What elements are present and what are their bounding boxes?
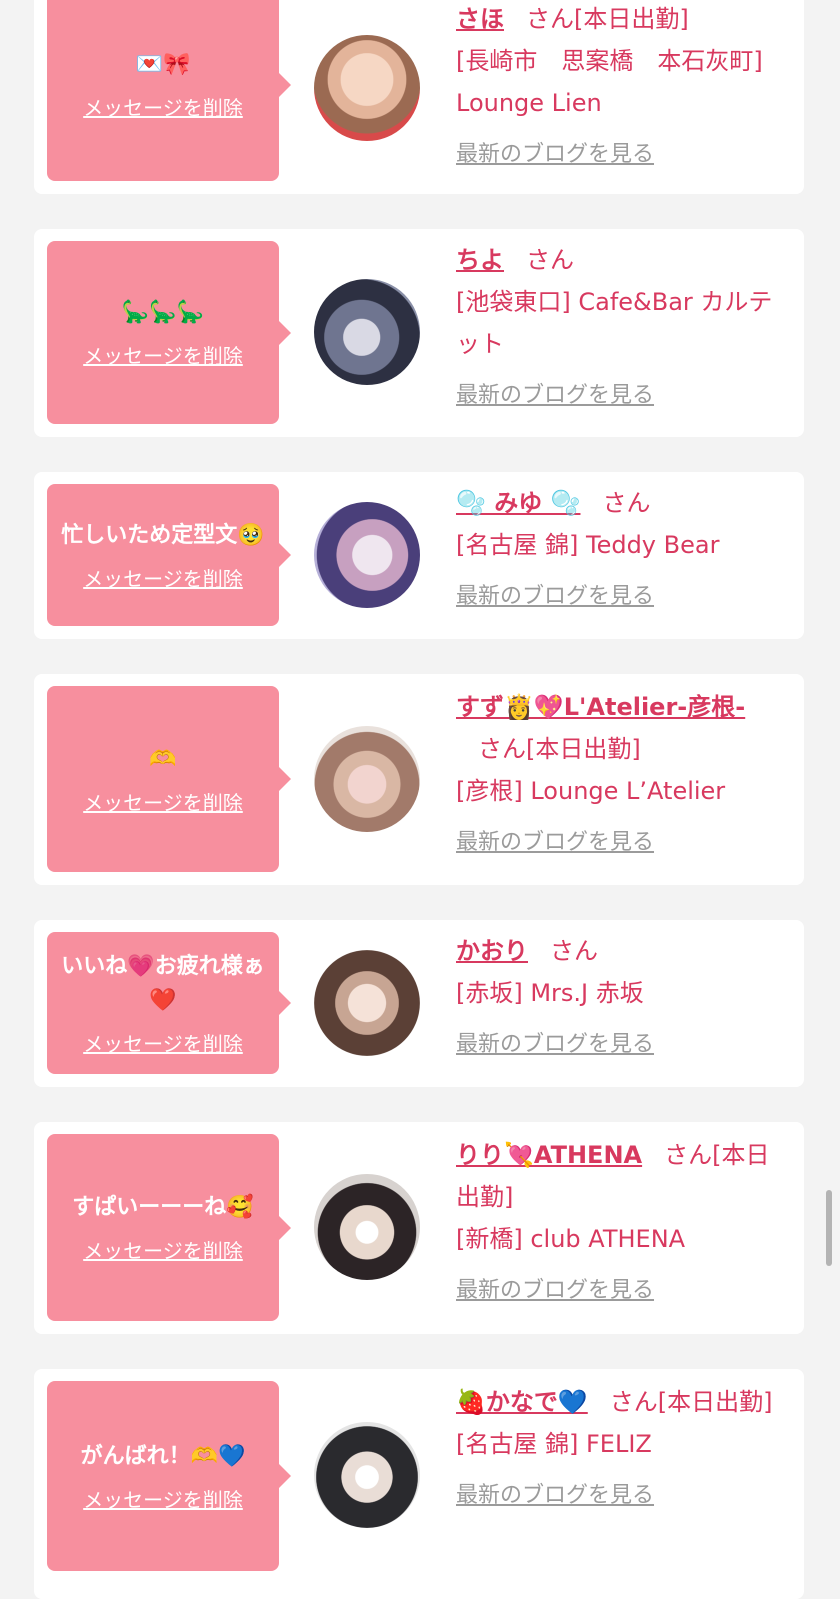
message-bubble: いいね💗お疲れ様ぁ❤️ メッセージを削除 [47, 932, 291, 1074]
honorific: さん [478, 735, 526, 763]
latest-blog-link[interactable]: 最新のブログを見る [456, 375, 786, 417]
message-bubble: 忙しいため定型文🥹 メッセージを削除 [47, 484, 291, 626]
avatar[interactable] [314, 502, 420, 608]
shop-name: [彦根] Lounge L’Atelier [456, 777, 726, 805]
delete-message-link[interactable]: メッセージを削除 [83, 1235, 243, 1264]
honorific: さん [526, 246, 574, 274]
honorific: さん [550, 937, 598, 965]
shop-name: [池袋東口] Cafe&Bar カルテット [456, 288, 773, 358]
latest-blog-link[interactable]: 最新のブログを見る [456, 1024, 786, 1066]
message-bubble: 🫶 メッセージを削除 [47, 686, 291, 872]
honorific: さん [664, 1141, 713, 1169]
avatar[interactable] [314, 279, 420, 385]
avatar[interactable] [314, 1422, 420, 1528]
latest-blog-link[interactable]: 最新のブログを見る [456, 1475, 786, 1517]
honorific: さん [609, 1388, 658, 1416]
profile-info: すず👸💖L'Atelier-彦根- さん[本日出勤] [彦根] Lounge L’… [456, 686, 786, 864]
message-bubble: 🦕🦕🦕 メッセージを削除 [47, 241, 291, 424]
message-text: いいね💗お疲れ様ぁ❤️ [61, 953, 265, 1013]
delete-message-link[interactable]: メッセージを削除 [83, 1484, 243, 1513]
profile-info: 🫧 みゆ 🫧 さん [名古屋 錦] Teddy Bear 最新のブログを見る [456, 482, 786, 618]
status-badge: [本日出勤] [657, 1388, 773, 1416]
message-list: 💌🎀 メッセージを削除 さほ さん[本日出勤] [長崎市 思案橋 本石灰町] Lo… [0, 0, 840, 1599]
avatar[interactable] [314, 950, 420, 1056]
avatar[interactable] [314, 35, 420, 141]
delete-message-link[interactable]: メッセージを削除 [83, 787, 243, 816]
profile-name-link[interactable]: さほ [456, 5, 504, 33]
delete-message-link[interactable]: メッセージを削除 [83, 340, 243, 369]
message-text: 💌🎀 [135, 52, 191, 77]
message-text: がんばれ！🫶💙 [80, 1443, 246, 1469]
scrollbar[interactable] [826, 1190, 832, 1266]
profile-name-link[interactable]: 🫧 みゆ 🫧 [456, 489, 580, 517]
status-badge: [本日出勤] [526, 735, 641, 763]
profile-info: 🍓かなで💙 さん[本日出勤] [名古屋 錦] FELIZ 最新のブログを見る [456, 1381, 786, 1517]
profile-info: ちよ さん [池袋東口] Cafe&Bar カルテット 最新のブログを見る [456, 239, 786, 417]
latest-blog-link[interactable]: 最新のブログを見る [456, 1270, 786, 1312]
message-card: すぱいーーーね🥰 メッセージを削除 りり💘ATHENA さん[本日出勤] [新橋]… [34, 1122, 804, 1334]
honorific: さん [526, 5, 574, 33]
message-card: いいね💗お疲れ様ぁ❤️ メッセージを削除 かおり さん [赤坂] Mrs.J 赤坂… [34, 920, 804, 1087]
shop-name: [長崎市 思案橋 本石灰町] Lounge Lien [456, 47, 763, 117]
profile-info: かおり さん [赤坂] Mrs.J 赤坂 最新のブログを見る [456, 930, 786, 1066]
shop-name: [名古屋 錦] FELIZ [456, 1430, 652, 1458]
message-card: 🦕🦕🦕 メッセージを削除 ちよ さん [池袋東口] Cafe&Bar カルテット … [34, 229, 804, 437]
delete-message-link[interactable]: メッセージを削除 [83, 1028, 243, 1057]
message-text: 忙しいため定型文🥹 [61, 522, 265, 548]
message-bubble: すぱいーーーね🥰 メッセージを削除 [47, 1134, 291, 1321]
profile-info: さほ さん[本日出勤] [長崎市 思案橋 本石灰町] Lounge Lien 最新… [456, 0, 786, 176]
profile-info: りり💘ATHENA さん[本日出勤] [新橋] club ATHENA 最新のブロ… [456, 1134, 786, 1312]
delete-message-link[interactable]: メッセージを削除 [83, 92, 243, 121]
latest-blog-link[interactable]: 最新のブログを見る [456, 576, 786, 618]
message-text: 🫶 [149, 746, 177, 772]
profile-name-link[interactable]: りり💘ATHENA [456, 1141, 642, 1169]
message-card: 🫶 メッセージを削除 すず👸💖L'Atelier-彦根- さん[本日出勤] [彦根… [34, 674, 804, 885]
profile-name-link[interactable]: かおり [456, 937, 528, 965]
avatar[interactable] [314, 1174, 420, 1280]
status-badge: [本日出勤] [574, 5, 689, 33]
message-text: すぱいーーーね🥰 [72, 1195, 254, 1220]
shop-name: [名古屋 錦] Teddy Bear [456, 531, 720, 559]
avatar[interactable] [314, 726, 420, 832]
honorific: さん [602, 489, 651, 517]
message-card: 忙しいため定型文🥹 メッセージを削除 🫧 みゆ 🫧 さん [名古屋 錦] Tedd… [34, 472, 804, 639]
shop-name: [新橋] club ATHENA [456, 1225, 686, 1253]
shop-name: [赤坂] Mrs.J 赤坂 [456, 979, 644, 1007]
message-text: 🦕🦕🦕 [121, 300, 205, 325]
message-bubble: 💌🎀 メッセージを削除 [47, 0, 291, 181]
profile-name-link[interactable]: ちよ [456, 246, 504, 274]
message-bubble: がんばれ！🫶💙 メッセージを削除 [47, 1381, 291, 1571]
profile-name-link[interactable]: 🍓かなで💙 [456, 1388, 588, 1416]
profile-name-link[interactable]: すず👸💖L'Atelier-彦根- [456, 693, 745, 721]
latest-blog-link[interactable]: 最新のブログを見る [456, 134, 786, 176]
message-card: がんばれ！🫶💙 メッセージを削除 🍓かなで💙 さん[本日出勤] [名古屋 錦] F… [34, 1369, 804, 1599]
delete-message-link[interactable]: メッセージを削除 [83, 563, 243, 592]
message-card: 💌🎀 メッセージを削除 さほ さん[本日出勤] [長崎市 思案橋 本石灰町] Lo… [34, 0, 804, 194]
latest-blog-link[interactable]: 最新のブログを見る [456, 822, 786, 864]
